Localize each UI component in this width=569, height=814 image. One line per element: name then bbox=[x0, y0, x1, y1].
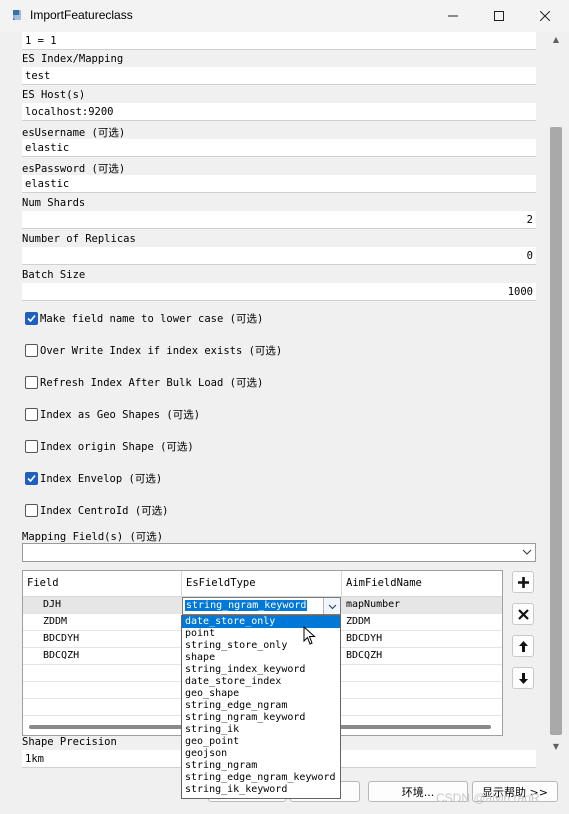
environments-label: 环境... bbox=[401, 785, 435, 799]
es-index-input[interactable]: test bbox=[22, 67, 536, 85]
title-bar: ImportFeatureclass bbox=[0, 0, 569, 32]
es-index-label: ES Index/Mapping bbox=[22, 53, 124, 65]
scroll-down-arrow-icon[interactable]: ▼ bbox=[551, 742, 561, 752]
cell-field: BDCDYH bbox=[43, 633, 80, 644]
cell-field: ZDDM bbox=[43, 616, 68, 627]
minimize-button[interactable] bbox=[430, 0, 476, 32]
esfieldtype-dropdown-list: date_store_only point string_store_only … bbox=[181, 615, 341, 799]
arrow-down-icon bbox=[518, 672, 528, 684]
python-tool-icon bbox=[13, 10, 21, 20]
esfieldtype-combo-value: string_ngram_keyword bbox=[185, 600, 308, 611]
password-input[interactable]: elastic bbox=[22, 175, 536, 193]
minimize-icon bbox=[448, 15, 458, 17]
dropdown-option[interactable]: string_store_only bbox=[182, 640, 340, 652]
checkbox-label: Over Write Index if index exists (可选) bbox=[40, 344, 283, 357]
delete-row-button[interactable] bbox=[512, 603, 534, 625]
checkbox-label: Index as Geo Shapes (可选) bbox=[40, 408, 201, 421]
cell-field: BDCQZH bbox=[43, 650, 80, 661]
move-up-button[interactable] bbox=[512, 635, 534, 657]
dropdown-option[interactable]: geo_point bbox=[182, 736, 340, 748]
cell-aim[interactable]: ZDDM bbox=[346, 616, 370, 627]
mapping-fields-label: Mapping Field(s) (可选) bbox=[22, 531, 164, 543]
origin-shape-checkbox[interactable]: Index origin Shape (可选) bbox=[25, 439, 194, 453]
dropdown-option[interactable]: date_store_only bbox=[182, 616, 340, 628]
dropdown-option[interactable]: string_edge_ngram bbox=[182, 700, 340, 712]
mapping-fields-combo[interactable] bbox=[22, 543, 536, 562]
password-label: esPassword (可选) bbox=[22, 163, 126, 175]
checkbox-unchecked-icon bbox=[25, 343, 38, 357]
maximize-button[interactable] bbox=[476, 0, 522, 32]
scrollbar-thumb[interactable] bbox=[550, 127, 562, 735]
window-title: ImportFeatureclass bbox=[30, 8, 133, 22]
checkbox-label: Index CentroId (可选) bbox=[40, 504, 169, 517]
geo-shapes-checkbox[interactable]: Index as Geo Shapes (可选) bbox=[25, 407, 200, 421]
shape-precision-label: Shape Precision bbox=[22, 736, 117, 748]
chevron-down-icon bbox=[328, 604, 336, 609]
column-divider bbox=[181, 571, 182, 597]
batch-size-input[interactable]: 1000 bbox=[22, 283, 536, 301]
num-replicas-label: Number of Replicas bbox=[22, 233, 136, 245]
overwrite-checkbox[interactable]: Over Write Index if index exists (可选) bbox=[25, 343, 282, 357]
combo-dropdown-button[interactable] bbox=[323, 598, 340, 614]
close-icon bbox=[540, 11, 550, 21]
column-header-esfieldtype[interactable]: EsFieldType bbox=[186, 577, 256, 589]
delete-x-icon bbox=[517, 608, 529, 620]
add-row-button[interactable] bbox=[512, 571, 534, 593]
dropdown-option[interactable]: string_ngram bbox=[182, 760, 340, 772]
checkbox-label: Index origin Shape (可选) bbox=[40, 440, 194, 453]
dropdown-option[interactable]: shape bbox=[182, 652, 340, 664]
vertical-scrollbar[interactable]: ▲ ▼ bbox=[548, 32, 564, 758]
mouse-cursor-icon bbox=[303, 626, 316, 645]
chevron-down-icon bbox=[522, 549, 532, 555]
centroid-checkbox[interactable]: Index CentroId (可选) bbox=[25, 503, 168, 517]
dropdown-option[interactable]: date_store_index bbox=[182, 676, 340, 688]
column-divider bbox=[341, 571, 342, 597]
cell-aim[interactable]: mapNumber bbox=[346, 599, 400, 610]
column-header-field[interactable]: Field bbox=[27, 577, 59, 589]
watermark-text: CSDN @alvin raoR bbox=[436, 791, 540, 805]
es-host-input[interactable]: localhost:9200 bbox=[22, 103, 536, 121]
close-button[interactable] bbox=[522, 0, 568, 32]
checkbox-unchecked-icon bbox=[25, 439, 38, 453]
es-host-label: ES Host(s) bbox=[22, 89, 86, 101]
checkbox-checked-icon bbox=[25, 311, 38, 325]
cell-aim[interactable]: BDCQZH bbox=[346, 650, 382, 661]
checkbox-label: Refresh Index After Bulk Load (可选) bbox=[40, 376, 264, 389]
num-shards-input[interactable]: 2 bbox=[22, 211, 536, 229]
grid-header: Field EsFieldType AimFieldName bbox=[23, 571, 502, 597]
scroll-up-arrow-icon[interactable]: ▲ bbox=[551, 35, 561, 45]
username-label: esUsername (可选) bbox=[22, 127, 126, 139]
envelop-checkbox[interactable]: Index Envelop (可选) bbox=[25, 471, 162, 485]
checkbox-unchecked-icon bbox=[25, 375, 38, 389]
checkbox-label: Index Envelop (可选) bbox=[40, 472, 163, 485]
dropdown-option[interactable]: string_ngram_keyword bbox=[182, 712, 340, 724]
dropdown-option[interactable]: geojson bbox=[182, 748, 340, 760]
move-down-button[interactable] bbox=[512, 667, 534, 689]
batch-size-label: Batch Size bbox=[22, 269, 86, 281]
dropdown-option[interactable]: string_ik bbox=[182, 724, 340, 736]
checkbox-unchecked-icon bbox=[25, 407, 38, 421]
checkbox-checked-icon bbox=[25, 471, 38, 485]
maximize-icon bbox=[494, 11, 504, 21]
checkbox-label: Make field name to lower case (可选) bbox=[40, 312, 264, 325]
plus-icon bbox=[517, 576, 529, 588]
refresh-index-checkbox[interactable]: Refresh Index After Bulk Load (可选) bbox=[25, 375, 263, 389]
username-input[interactable]: elastic bbox=[22, 139, 536, 157]
cell-aim[interactable]: BDCDYH bbox=[346, 633, 382, 644]
esfieldtype-combo[interactable]: string_ngram_keyword bbox=[182, 597, 341, 615]
dropdown-option[interactable]: geo_shape bbox=[182, 688, 340, 700]
num-replicas-input[interactable]: 0 bbox=[22, 247, 536, 265]
where-clause-field[interactable]: 1 = 1 bbox=[22, 32, 536, 50]
dropdown-option[interactable]: point bbox=[182, 628, 340, 640]
dropdown-option[interactable]: string_ik_keyword bbox=[182, 784, 340, 796]
checkbox-unchecked-icon bbox=[25, 503, 38, 517]
column-header-aimfieldname[interactable]: AimFieldName bbox=[346, 577, 422, 589]
num-shards-label: Num Shards bbox=[22, 197, 86, 209]
dropdown-option[interactable]: string_edge_ngram_keyword bbox=[182, 772, 340, 784]
arrow-up-icon bbox=[518, 640, 528, 652]
lowercase-checkbox[interactable]: Make field name to lower case (可选) bbox=[25, 311, 263, 325]
dropdown-option[interactable]: string_index_keyword bbox=[182, 664, 340, 676]
cell-field: DJH bbox=[43, 599, 62, 610]
